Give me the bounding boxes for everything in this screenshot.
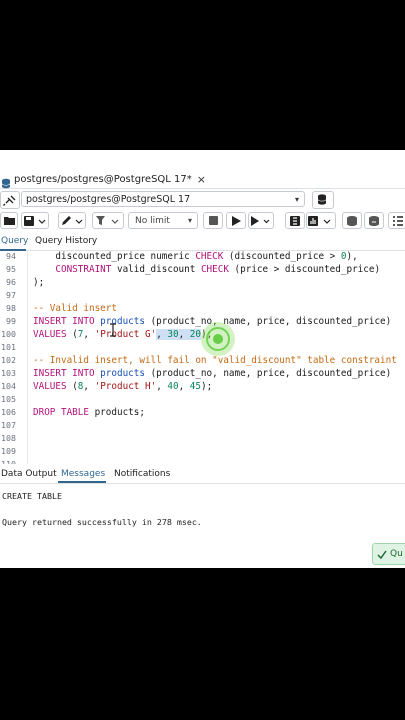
tab-query[interactable]: Query — [1, 236, 28, 246]
query-tool-window: postgres/postgres@PostgreSQL 17* × postg… — [0, 150, 405, 568]
code-line: INSERT INTO products (product_no, name, … — [33, 368, 392, 379]
list-icon — [393, 215, 403, 226]
code-line: discounted_price numeric CHECK (discount… — [33, 251, 358, 262]
line-number: 97 — [6, 290, 16, 300]
tab-messages[interactable]: Messages — [61, 469, 105, 479]
stop-icon — [208, 216, 218, 225]
output-tabs: Data Output Messages Notifications — [0, 466, 405, 484]
pencil-icon — [62, 215, 83, 225]
connection-select[interactable]: postgres/postgres@PostgreSQL 17 ▾ — [21, 191, 305, 207]
line-number: 95 — [6, 264, 16, 274]
rollback-icon — [369, 215, 379, 226]
row-limit-value: No limit — [135, 215, 170, 226]
row-limit-select[interactable]: No limit ▾ — [128, 212, 198, 229]
play-icon — [231, 215, 241, 226]
editor-tabs: Query Query History — [0, 236, 405, 251]
text-cursor-icon — [110, 323, 116, 337]
chevron-down-icon: ▾ — [294, 195, 299, 204]
code-line: CONSTRAINT valid_discount CHECK (price >… — [55, 264, 381, 275]
database-icon — [1, 174, 11, 188]
tab-query-history[interactable]: Query History — [35, 236, 97, 246]
line-number: 109 — [1, 446, 16, 456]
rollback-button[interactable] — [364, 212, 384, 229]
line-number: 105 — [1, 394, 16, 404]
line-number: 98 — [6, 303, 16, 313]
execute-button[interactable] — [226, 212, 246, 229]
close-tab-icon[interactable]: × — [197, 173, 206, 186]
line-number: 104 — [1, 381, 16, 391]
code-line: VALUES (8, 'Product H', 40, 45); — [33, 381, 213, 392]
database-stack-icon — [317, 194, 327, 205]
plug-icon — [3, 195, 16, 206]
line-number: 94 — [6, 251, 16, 261]
active-tab-indicator — [58, 481, 106, 483]
line-number: 96 — [6, 277, 16, 287]
explain-icon — [290, 215, 300, 226]
message-line: CREATE TABLE — [2, 491, 62, 501]
query-tab-bar: postgres/postgres@PostgreSQL 17* × — [0, 170, 405, 189]
connection-select-value: postgres/postgres@PostgreSQL 17 — [26, 194, 191, 205]
messages-panel: CREATE TABLE Query returned successfully… — [0, 485, 405, 568]
message-line: Query returned successfully in 278 msec. — [2, 517, 202, 527]
commit-button[interactable] — [342, 212, 362, 229]
code-line: DROP TABLE products; — [33, 407, 145, 418]
line-number: 102 — [1, 355, 16, 365]
line-number: 108 — [1, 433, 16, 443]
check-icon — [377, 550, 387, 559]
chevron-down-icon: ▾ — [187, 216, 192, 225]
line-number-gutter: 94 95 96 97 98 99 100 101 102 103 104 105 106 107 108 1… — [0, 251, 28, 464]
commit-icon — [347, 215, 357, 226]
line-number: 110 — [1, 459, 16, 464]
line-number: 106 — [1, 407, 16, 417]
filter-button[interactable] — [92, 212, 124, 229]
new-connection-button[interactable] — [312, 191, 334, 209]
sql-editor[interactable]: 94 95 96 97 98 99 100 101 102 103 104 105 106 107 108 1… — [0, 251, 405, 464]
toast-label: Qu — [390, 549, 403, 559]
line-number: 103 — [1, 368, 16, 378]
line-number: 101 — [1, 342, 16, 352]
line-number: 107 — [1, 420, 16, 430]
click-indicator-icon — [201, 322, 235, 356]
folder-icon — [3, 217, 15, 225]
execute-options-button[interactable] — [248, 212, 274, 229]
code-line: ); — [33, 277, 45, 288]
code-line: VALUES (7, 'Product G', 30, 20); — [33, 329, 213, 340]
explain-analyze-button[interactable] — [306, 212, 336, 229]
code-line: -- Valid insert — [33, 303, 117, 314]
connection-row: postgres/postgres@PostgreSQL 17 ▾ — [0, 189, 405, 209]
line-number: 99 — [6, 316, 16, 326]
save-file-button[interactable] — [21, 212, 49, 229]
success-toast[interactable]: Qu — [372, 543, 405, 565]
explain-button[interactable] — [285, 212, 305, 229]
play-options-icon — [251, 215, 270, 226]
save-icon — [24, 215, 46, 226]
line-number: 100 — [1, 329, 16, 339]
stop-button[interactable] — [203, 212, 223, 229]
connection-status-button[interactable] — [0, 191, 20, 209]
edit-button[interactable] — [58, 212, 86, 229]
tab-data-output[interactable]: Data Output — [1, 469, 57, 479]
tab-notifications[interactable]: Notifications — [114, 469, 170, 479]
query-toolbar: No limit ▾ — [0, 210, 405, 232]
open-file-button[interactable] — [0, 212, 18, 229]
chart-bar-icon — [308, 215, 331, 226]
query-tab-title[interactable]: postgres/postgres@PostgreSQL 17* — [14, 174, 192, 185]
filter-icon — [96, 215, 119, 225]
macros-button[interactable] — [388, 212, 405, 229]
